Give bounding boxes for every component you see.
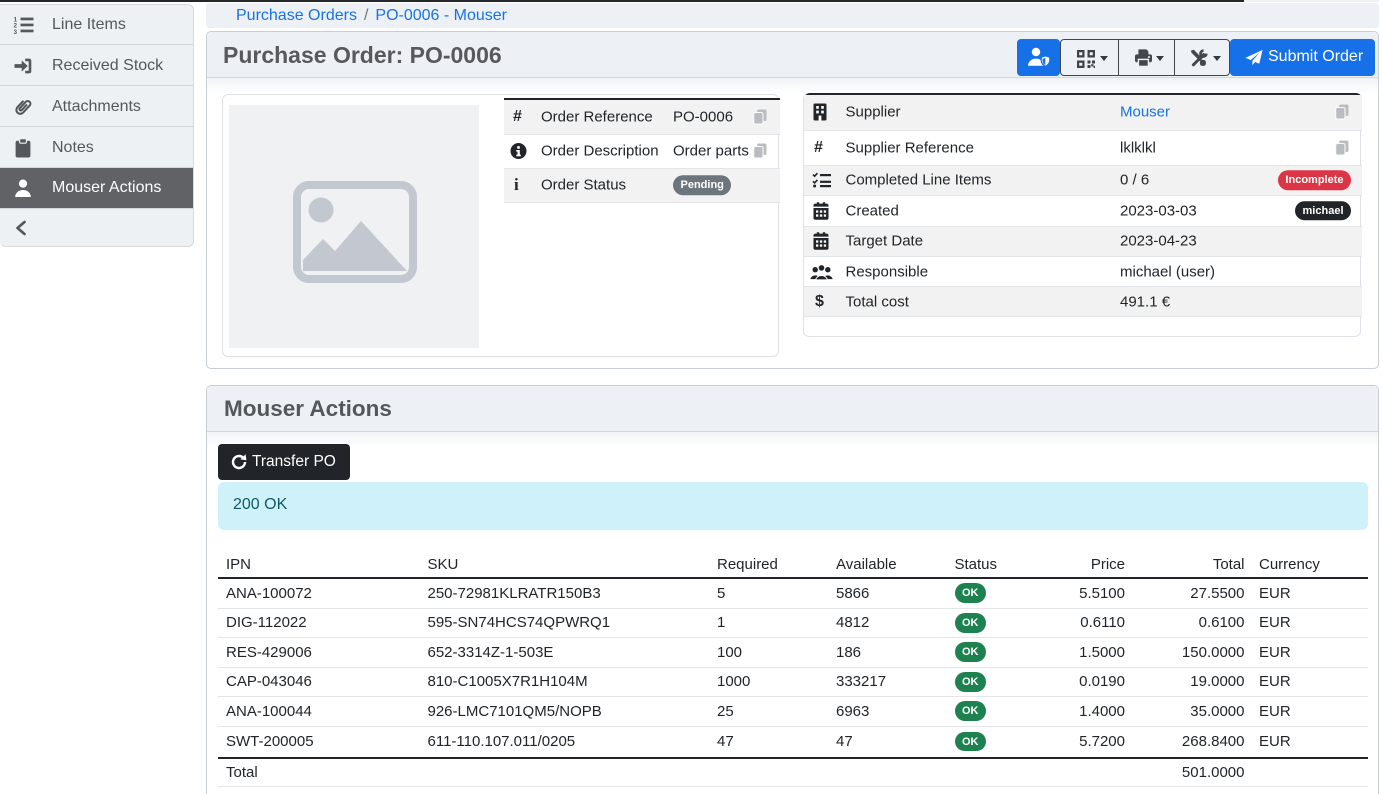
svg-text:3: 3 [13,28,17,34]
